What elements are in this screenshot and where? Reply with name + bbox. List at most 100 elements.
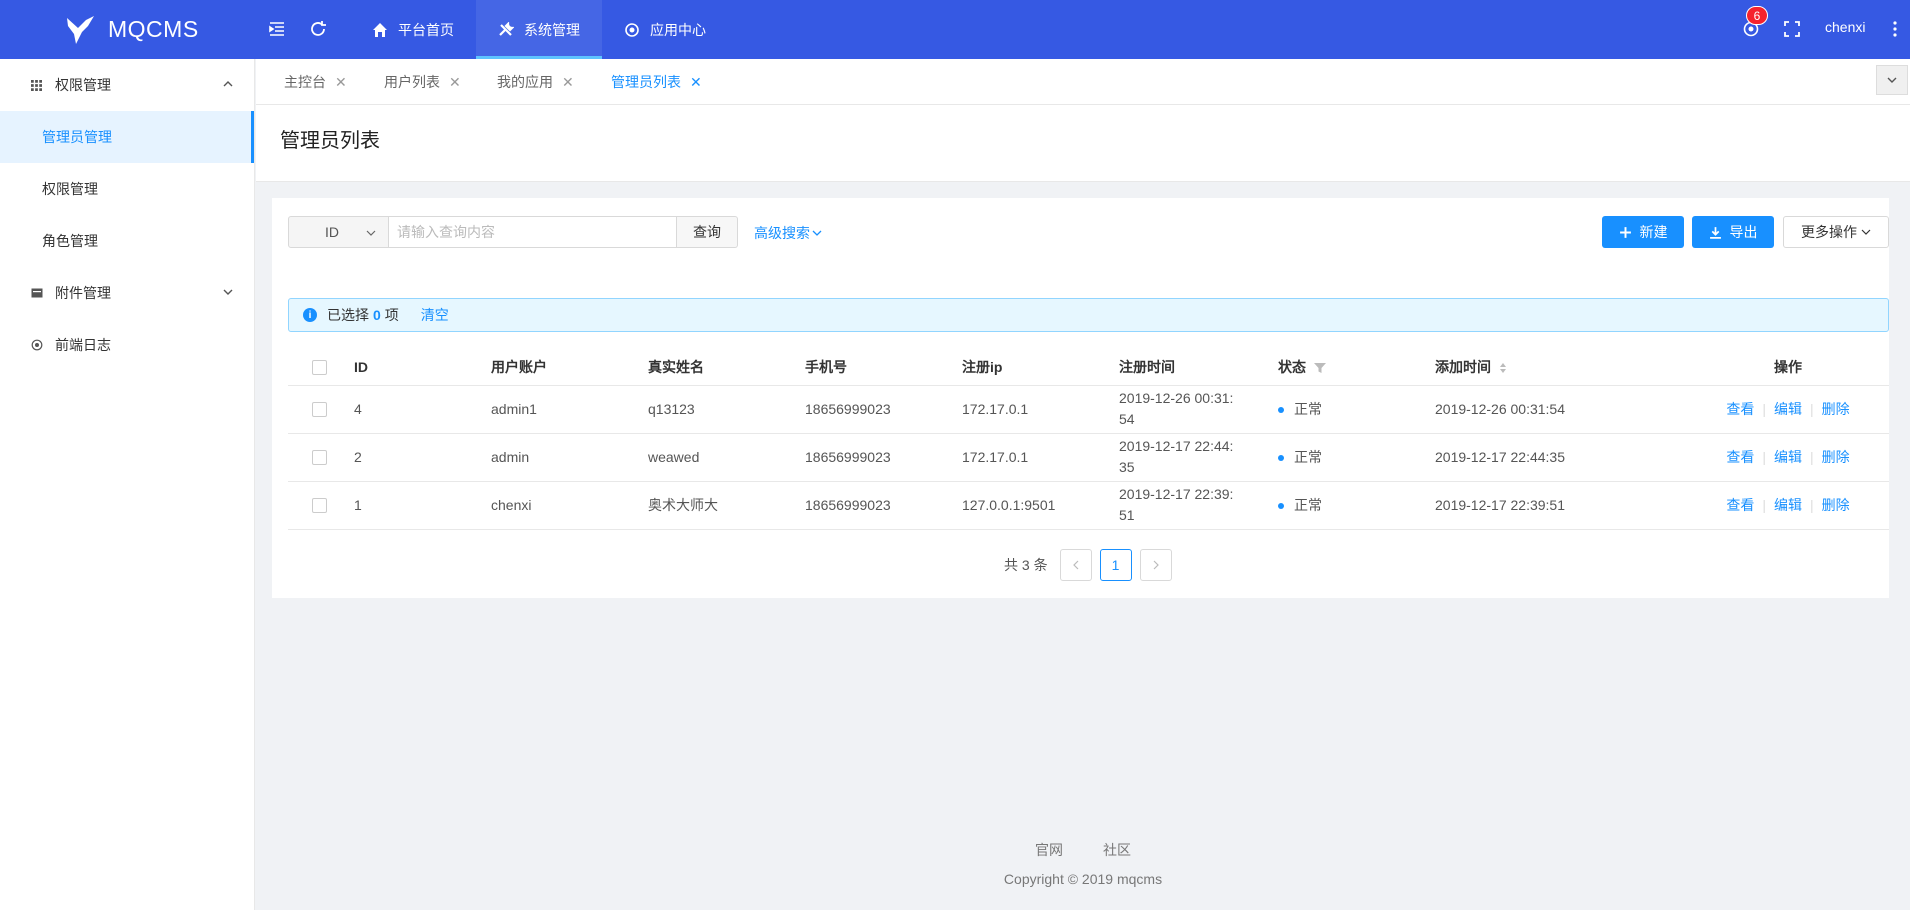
- tab-dashboard[interactable]: 主控台 ✕: [284, 59, 347, 105]
- view-link[interactable]: 查看: [1726, 497, 1754, 513]
- prev-page-button[interactable]: [1059, 549, 1092, 581]
- filter-icon[interactable]: [1313, 362, 1326, 374]
- close-icon[interactable]: ✕: [562, 74, 574, 91]
- content-card: ID 查询 高级搜索 新建 导出 更多操作 i 已选择 0 项 清空: [272, 198, 1889, 598]
- cell-add-time: 2019-12-17 22:39:51: [1435, 481, 1687, 530]
- topnav-home[interactable]: 平台首页: [350, 0, 476, 59]
- tab-user-list[interactable]: 用户列表 ✕: [384, 59, 461, 105]
- more-actions-button[interactable]: 更多操作: [1783, 216, 1889, 248]
- copyright: Copyright © 2019 mqcms: [1003, 871, 1163, 887]
- footer: 官网 社区 Copyright © 2019 mqcms: [256, 840, 1910, 887]
- status-column-header: 状态: [1278, 349, 1435, 386]
- selection-alert: i 已选择 0 项 清空: [288, 298, 1889, 332]
- view-link[interactable]: 查看: [1726, 449, 1754, 465]
- edit-link[interactable]: 编辑: [1774, 401, 1802, 417]
- pagination: 共 3 条 1: [1004, 549, 1172, 581]
- cell-reg-time: 2019-12-17 22:39:51: [1119, 486, 1234, 523]
- footer-link-website[interactable]: 官网: [1035, 840, 1063, 860]
- delete-link[interactable]: 删除: [1822, 401, 1850, 417]
- cell-account: admin1: [491, 385, 648, 434]
- edit-link[interactable]: 编辑: [1774, 497, 1802, 513]
- tab-dropdown-button[interactable]: [1876, 65, 1908, 95]
- close-icon[interactable]: ✕: [690, 74, 702, 91]
- tab-admin-list[interactable]: 管理员列表 ✕: [611, 59, 702, 105]
- sidebar-group-label: 附件管理: [55, 285, 111, 301]
- cell-status: 正常: [1294, 400, 1322, 417]
- select-all-checkbox[interactable]: [312, 360, 327, 376]
- view-link[interactable]: 查看: [1726, 401, 1754, 417]
- column-header-label: 添加时间: [1435, 358, 1491, 375]
- cell-reg-time: 2019-12-26 00:31:54: [1119, 390, 1234, 427]
- search-field-select[interactable]: ID: [288, 216, 389, 248]
- topnav-label: 平台首页: [398, 21, 454, 38]
- search-input[interactable]: [389, 216, 677, 248]
- fullscreen-icon[interactable]: [1781, 18, 1803, 40]
- column-header: 手机号: [805, 349, 962, 386]
- logo[interactable]: MQCMS: [64, 12, 199, 47]
- more-vertical-icon[interactable]: [1888, 18, 1902, 40]
- sort-icon[interactable]: [1499, 362, 1507, 374]
- refresh-icon[interactable]: [307, 18, 329, 40]
- column-header: ID: [354, 349, 491, 386]
- tab-label: 主控台: [284, 74, 326, 90]
- search-group: ID 查询: [288, 216, 738, 248]
- delete-link[interactable]: 删除: [1822, 449, 1850, 465]
- notification-badge: 6: [1746, 6, 1768, 25]
- sidebar-item-admin[interactable]: 管理员管理: [0, 111, 254, 163]
- cell-add-time: 2019-12-26 00:31:54: [1435, 385, 1687, 434]
- next-page-button[interactable]: [1139, 549, 1172, 581]
- chevron-left-icon: [1072, 560, 1079, 570]
- cell-ip: 127.0.0.1:9501: [962, 481, 1119, 530]
- column-header: 用户账户: [491, 349, 648, 386]
- topnav-system[interactable]: 系统管理: [476, 0, 602, 59]
- cell-name: weawed: [648, 433, 805, 482]
- sidebar-group-attachment[interactable]: 附件管理: [0, 267, 254, 319]
- clear-selection-link[interactable]: 清空: [421, 305, 449, 325]
- table-header-row: ID 用户账户 真实姓名 手机号 注册ip 注册时间 状态 添加时间 操作: [288, 349, 1889, 386]
- row-checkbox[interactable]: [312, 450, 327, 466]
- tab-label: 管理员列表: [611, 74, 681, 90]
- total-count: 共 3 条: [1004, 557, 1048, 573]
- chevron-down-icon: [812, 230, 822, 236]
- home-icon: [373, 22, 387, 37]
- delete-link[interactable]: 删除: [1822, 497, 1850, 513]
- footer-links: 官网 社区: [256, 840, 1910, 860]
- sidebar-group-permission[interactable]: 权限管理: [0, 59, 254, 111]
- plus-icon: [1619, 226, 1631, 238]
- close-icon[interactable]: ✕: [335, 74, 347, 91]
- advanced-search-link[interactable]: 高级搜索: [754, 223, 822, 243]
- new-button[interactable]: 新建: [1602, 216, 1684, 248]
- query-button[interactable]: 查询: [677, 216, 738, 248]
- menu-toggle-icon[interactable]: [266, 18, 288, 40]
- tab-bar: 主控台 ✕ 用户列表 ✕ 我的应用 ✕ 管理员列表 ✕: [256, 59, 1910, 105]
- status-dot: [1278, 454, 1284, 461]
- cell-status: 正常: [1294, 496, 1322, 513]
- table-row: 4 admin1 q13123 18656999023 172.17.0.1 2…: [288, 385, 1889, 434]
- sidebar-item-permission[interactable]: 权限管理: [0, 163, 254, 215]
- chevron-down-icon: [223, 289, 233, 295]
- info-icon: i: [303, 308, 317, 322]
- more-actions-label: 更多操作: [1801, 224, 1857, 240]
- close-icon[interactable]: ✕: [449, 74, 461, 91]
- topnav-apps[interactable]: 应用中心: [602, 0, 728, 59]
- add-time-column-header: 添加时间: [1435, 349, 1687, 386]
- sidebar-item-role[interactable]: 角色管理: [0, 215, 254, 267]
- top-header: MQCMS 平台首页 系统管理 应用中心 6 chenxi: [0, 0, 1910, 59]
- cell-phone: 18656999023: [805, 481, 962, 530]
- topnav-label: 系统管理: [524, 21, 580, 38]
- row-checkbox[interactable]: [312, 498, 327, 514]
- target-icon: [625, 22, 639, 37]
- tab-my-apps[interactable]: 我的应用 ✕: [497, 59, 574, 105]
- export-button[interactable]: 导出: [1692, 216, 1774, 248]
- cell-add-time: 2019-12-17 22:44:35: [1435, 433, 1687, 482]
- footer-link-community[interactable]: 社区: [1103, 840, 1131, 860]
- cell-account: admin: [491, 433, 648, 482]
- username[interactable]: chenxi: [1825, 19, 1865, 35]
- tab-label: 用户列表: [384, 74, 440, 90]
- edit-link[interactable]: 编辑: [1774, 449, 1802, 465]
- cell-phone: 18656999023: [805, 385, 962, 434]
- row-checkbox[interactable]: [312, 402, 327, 418]
- page-number-button[interactable]: 1: [1099, 549, 1132, 581]
- cell-account: chenxi: [491, 481, 648, 530]
- sidebar-group-frontend-log[interactable]: 前端日志: [0, 319, 254, 371]
